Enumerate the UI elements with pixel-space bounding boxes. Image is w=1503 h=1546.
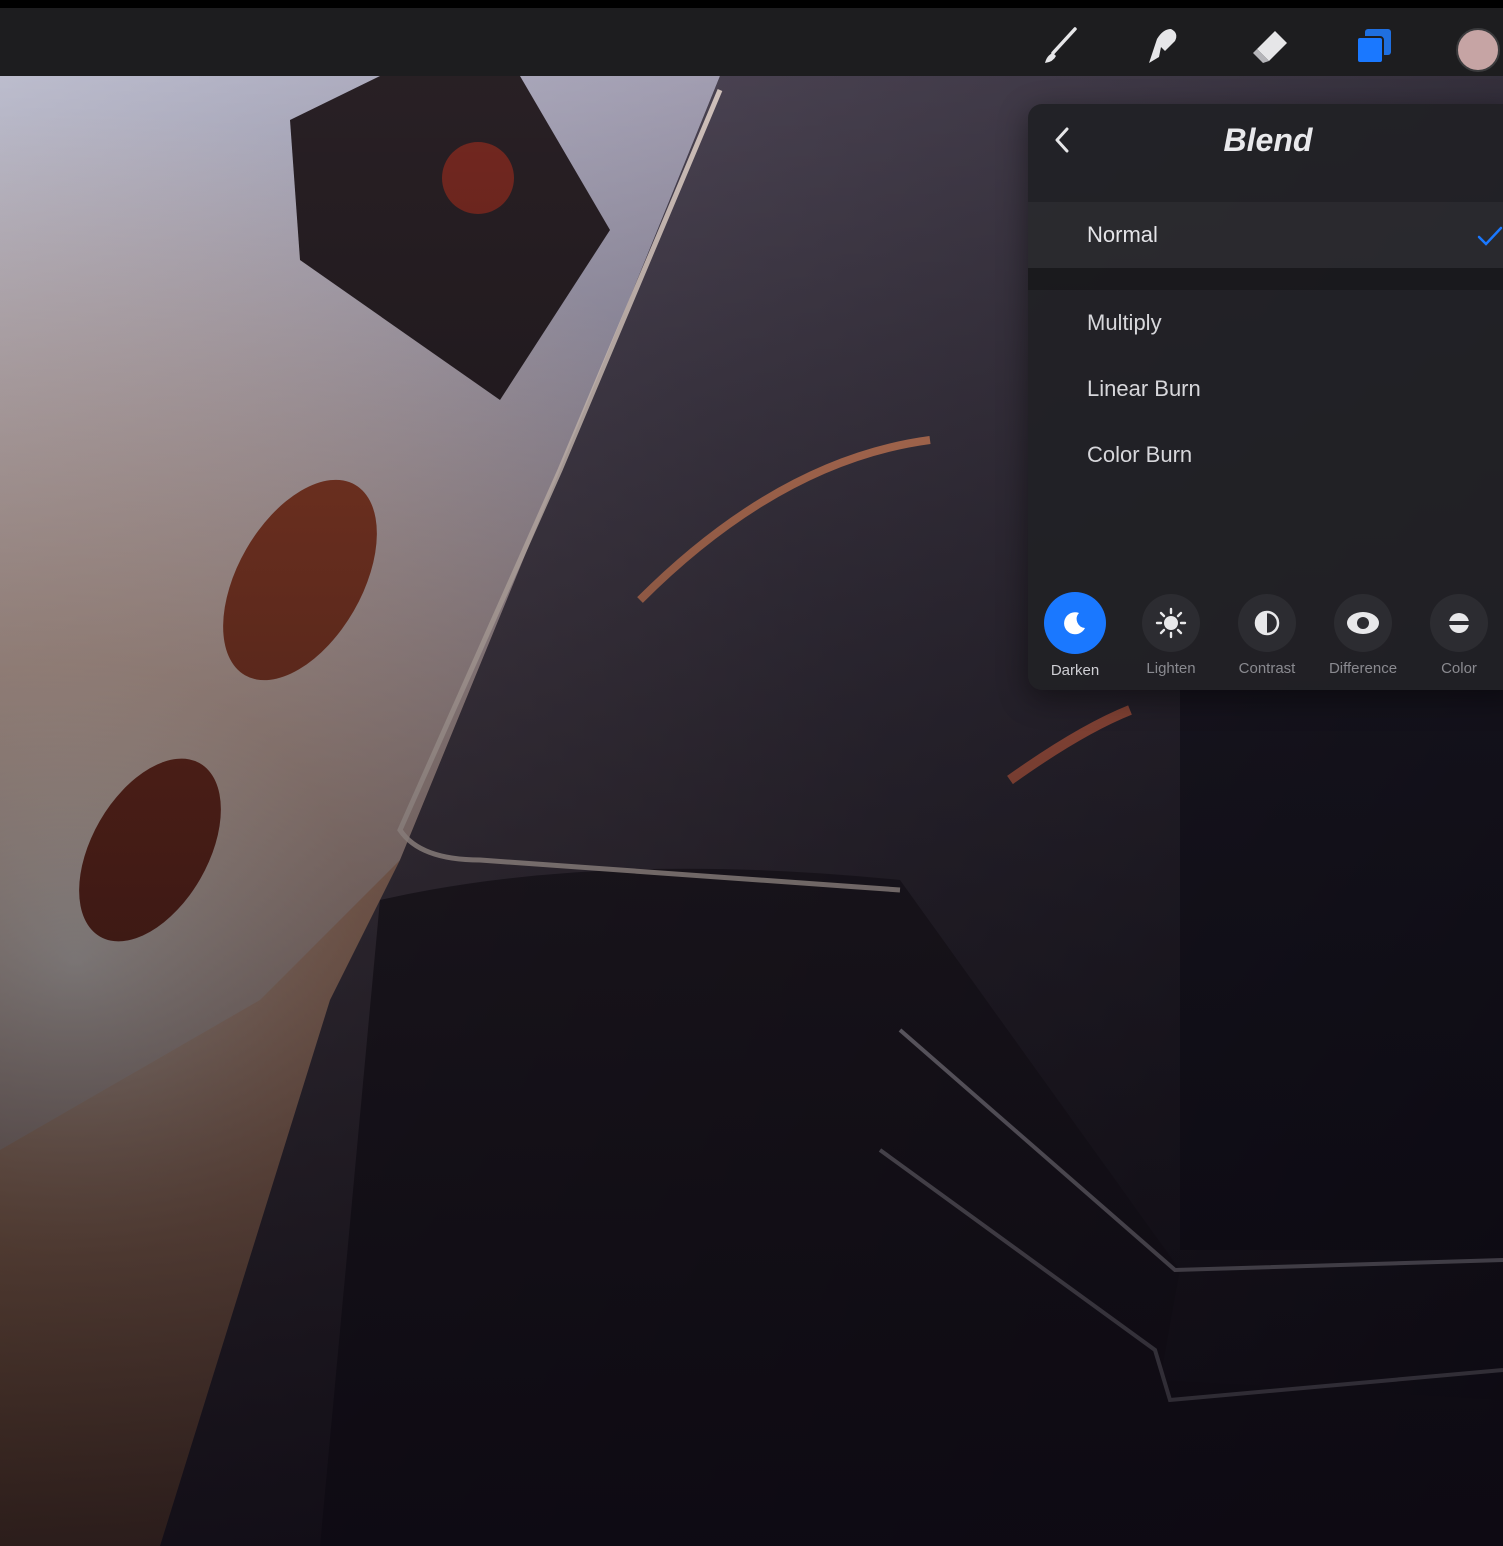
blend-mode-multiply[interactable]: Multiply xyxy=(1028,292,1503,354)
category-label: Darken xyxy=(1050,662,1100,679)
color-swatch[interactable] xyxy=(1456,28,1500,72)
mode-separator xyxy=(1028,268,1503,290)
blend-panel-title: Blend xyxy=(1223,122,1313,158)
blend-category-row: Darken Lighten Contrast Difference Color xyxy=(1028,590,1503,690)
smudge-icon[interactable] xyxy=(1138,22,1186,70)
blend-mode-label: Linear Burn xyxy=(1087,376,1201,401)
category-label: Contrast xyxy=(1238,660,1296,677)
sun-icon xyxy=(1142,594,1200,652)
chevron-left-icon xyxy=(1055,127,1069,153)
procreate-screen: Blend Normal Multiply Linear Burn Color … xyxy=(0,0,1503,1546)
category-contrast[interactable]: Contrast xyxy=(1224,590,1310,677)
category-color[interactable]: Color xyxy=(1416,590,1502,677)
blend-mode-color-burn[interactable]: Color Burn xyxy=(1028,424,1503,486)
category-difference[interactable]: Difference xyxy=(1320,590,1406,677)
blend-mode-label: Normal xyxy=(1087,222,1158,247)
category-lighten[interactable]: Lighten xyxy=(1128,590,1214,677)
blend-mode-panel: Blend Normal Multiply Linear Burn Color … xyxy=(1028,104,1503,690)
category-label: Lighten xyxy=(1146,660,1196,677)
top-toolbar xyxy=(0,0,1503,76)
contrast-icon xyxy=(1238,594,1296,652)
moon-icon xyxy=(1044,592,1106,654)
back-button[interactable] xyxy=(1040,118,1084,162)
brush-icon[interactable] xyxy=(1036,22,1084,70)
layers-icon[interactable] xyxy=(1350,22,1398,70)
blend-mode-linear-burn[interactable]: Linear Burn xyxy=(1028,358,1503,420)
checkmark-icon xyxy=(1477,226,1503,246)
category-label: Difference xyxy=(1328,660,1398,677)
blend-mode-label: Color Burn xyxy=(1087,442,1193,467)
eraser-icon[interactable] xyxy=(1246,22,1294,70)
category-darken[interactable]: Darken xyxy=(1032,590,1118,679)
blend-panel-header: Blend xyxy=(1028,104,1503,174)
blend-mode-label: Multiply xyxy=(1087,310,1162,335)
color-icon xyxy=(1430,594,1488,652)
category-label: Color xyxy=(1441,660,1477,677)
blend-mode-normal[interactable]: Normal xyxy=(1028,202,1503,268)
difference-icon xyxy=(1334,594,1392,652)
